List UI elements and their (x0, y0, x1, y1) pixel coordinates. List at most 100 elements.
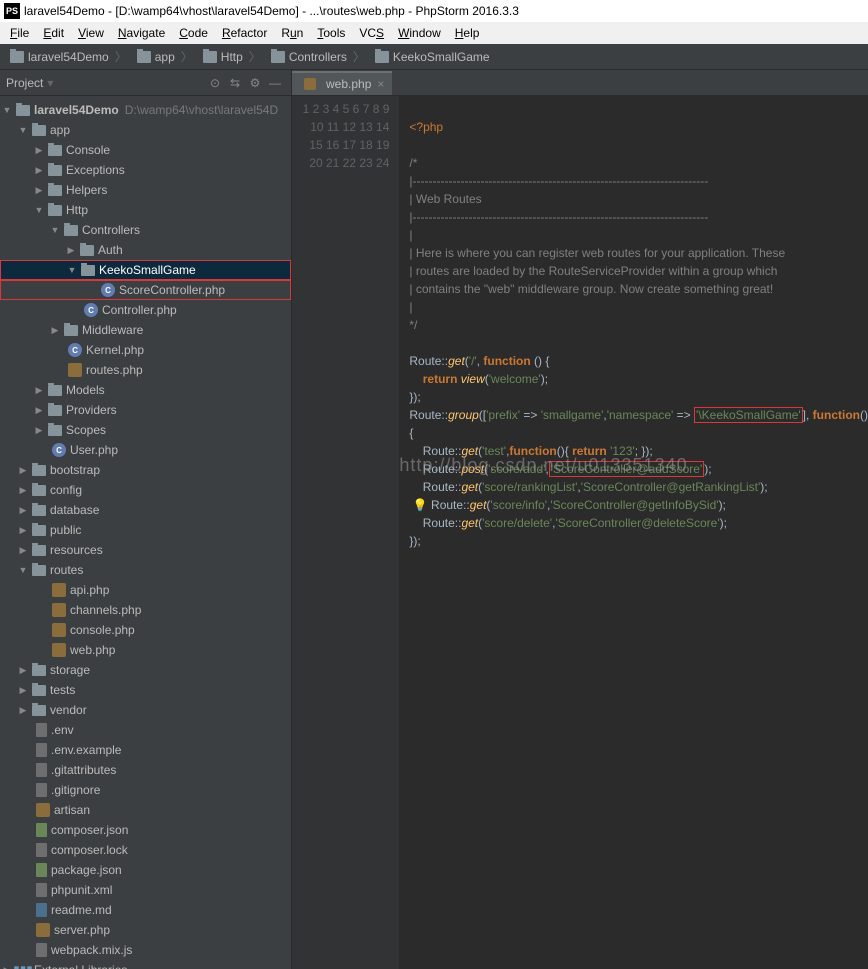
tree-auth[interactable]: ▶Auth (0, 240, 291, 260)
crumb-http[interactable]: Http〉 (199, 48, 267, 65)
tree-kernel[interactable]: Kernel.php (0, 340, 291, 360)
project-sidebar[interactable]: Project ▾ ⊙ ⇆ ⚙ — ▼laravel54DemoD:\wamp6… (0, 70, 292, 969)
tree-helpers[interactable]: ▶Helpers (0, 180, 291, 200)
editor-tabs[interactable]: web.php × (292, 70, 868, 96)
tree-tests[interactable]: ▶tests (0, 680, 291, 700)
file-icon (36, 743, 47, 757)
project-panel-title: Project (6, 76, 43, 90)
close-icon[interactable]: × (377, 77, 384, 91)
menu-run[interactable]: Run (275, 24, 309, 42)
tree-scorecontroller[interactable]: ScoreController.php (0, 280, 291, 300)
tree-complock[interactable]: composer.lock (0, 840, 291, 860)
tree-serverphp[interactable]: server.php (0, 920, 291, 940)
folder-icon (32, 665, 46, 676)
tree-http[interactable]: ▼Http (0, 200, 291, 220)
main-menu[interactable]: File Edit View Navigate Code Refactor Ru… (0, 22, 868, 44)
menu-window[interactable]: Window (392, 24, 447, 42)
tree-phpunit[interactable]: phpunit.xml (0, 880, 291, 900)
tree-app[interactable]: ▼app (0, 120, 291, 140)
menu-refactor[interactable]: Refactor (216, 24, 273, 42)
tree-providers[interactable]: ▶Providers (0, 400, 291, 420)
library-icon: ▮▮▮ (16, 963, 30, 969)
menu-file[interactable]: File (4, 24, 35, 42)
folder-icon (137, 51, 151, 63)
php-class-icon (101, 283, 115, 297)
tree-routes[interactable]: ▼routes (0, 560, 291, 580)
tree-envex[interactable]: .env.example (0, 740, 291, 760)
tree-bootstrap[interactable]: ▶bootstrap (0, 460, 291, 480)
folder-icon (375, 51, 389, 63)
code-editor[interactable]: 1 2 3 4 5 6 7 8 9 10 11 12 13 14 15 16 1… (292, 96, 868, 969)
folder-icon (48, 145, 62, 156)
folder-icon (64, 225, 78, 236)
tree-exceptions[interactable]: ▶Exceptions (0, 160, 291, 180)
editor-area: web.php × 1 2 3 4 5 6 7 8 9 10 11 12 13 … (292, 70, 868, 969)
tab-webphp[interactable]: web.php × (292, 71, 392, 95)
tree-vendor[interactable]: ▶vendor (0, 700, 291, 720)
tree-extlib[interactable]: ▶▮▮▮External Libraries (0, 960, 291, 969)
file-icon (36, 943, 47, 957)
crumb-controllers[interactable]: Controllers〉 (267, 48, 371, 65)
settings-icon[interactable]: ⚙ (246, 74, 264, 92)
tab-label: web.php (326, 77, 371, 91)
tree-controllers[interactable]: ▼Controllers (0, 220, 291, 240)
php-file-icon (52, 643, 66, 657)
code-body[interactable]: http://blog.csdn.net/u013351340<?php /* … (399, 96, 868, 969)
tree-pkgjson[interactable]: package.json (0, 860, 291, 880)
menu-navigate[interactable]: Navigate (112, 24, 171, 42)
tree-controllerphp[interactable]: Controller.php (0, 300, 291, 320)
menu-tools[interactable]: Tools (311, 24, 351, 42)
folder-icon (32, 565, 46, 576)
folder-icon (16, 105, 30, 116)
tree-database[interactable]: ▶database (0, 500, 291, 520)
menu-vcs[interactable]: VCS (353, 24, 390, 42)
php-file-icon (304, 78, 316, 90)
tree-artisan[interactable]: artisan (0, 800, 291, 820)
tree-console[interactable]: ▶Console (0, 140, 291, 160)
collapse-icon[interactable]: ⊙ (206, 74, 224, 92)
scroll-icon[interactable]: ⇆ (226, 74, 244, 92)
tree-keeko[interactable]: ▼KeekoSmallGame (0, 260, 291, 280)
menu-code[interactable]: Code (173, 24, 214, 42)
tree-webphp[interactable]: web.php (0, 640, 291, 660)
tree-gitattr[interactable]: .gitattributes (0, 760, 291, 780)
folder-icon (48, 205, 62, 216)
menu-edit[interactable]: Edit (37, 24, 70, 42)
folder-icon (81, 265, 95, 276)
crumb-root[interactable]: laravel54Demo〉 (6, 48, 133, 65)
tree-config[interactable]: ▶config (0, 480, 291, 500)
markdown-file-icon (36, 903, 47, 917)
tree-compjson[interactable]: composer.json (0, 820, 291, 840)
project-panel-header: Project ▾ ⊙ ⇆ ⚙ — (0, 70, 291, 96)
folder-icon (32, 465, 46, 476)
chevron-down-icon[interactable]: ▾ (47, 76, 53, 90)
window-titlebar: PS laravel54Demo - [D:\wamp64\vhost\lara… (0, 0, 868, 22)
intention-bulb-icon[interactable]: 💡 (413, 498, 428, 512)
tree-gitign[interactable]: .gitignore (0, 780, 291, 800)
crumb-keeko[interactable]: KeekoSmallGame (371, 50, 494, 64)
project-tree[interactable]: ▼laravel54DemoD:\wamp64\vhost\laravel54D… (0, 96, 291, 969)
menu-help[interactable]: Help (449, 24, 486, 42)
tree-api[interactable]: api.php (0, 580, 291, 600)
hide-icon[interactable]: — (266, 74, 284, 92)
tree-root[interactable]: ▼laravel54DemoD:\wamp64\vhost\laravel54D (0, 100, 291, 120)
tree-models[interactable]: ▶Models (0, 380, 291, 400)
tree-env[interactable]: .env (0, 720, 291, 740)
tree-userphp[interactable]: User.php (0, 440, 291, 460)
app-icon: PS (4, 3, 20, 19)
crumb-app[interactable]: app〉 (133, 48, 199, 65)
tree-webpack[interactable]: webpack.mix.js (0, 940, 291, 960)
folder-icon (32, 125, 46, 136)
tree-scopes[interactable]: ▶Scopes (0, 420, 291, 440)
menu-view[interactable]: View (72, 24, 110, 42)
tree-resources[interactable]: ▶resources (0, 540, 291, 560)
tree-routesphp[interactable]: routes.php (0, 360, 291, 380)
tree-storage[interactable]: ▶storage (0, 660, 291, 680)
file-icon (36, 843, 47, 857)
tree-channels[interactable]: channels.php (0, 600, 291, 620)
tree-readme[interactable]: readme.md (0, 900, 291, 920)
tree-public[interactable]: ▶public (0, 520, 291, 540)
tree-middleware[interactable]: ▶Middleware (0, 320, 291, 340)
folder-icon (271, 51, 285, 63)
tree-consolephp[interactable]: console.php (0, 620, 291, 640)
